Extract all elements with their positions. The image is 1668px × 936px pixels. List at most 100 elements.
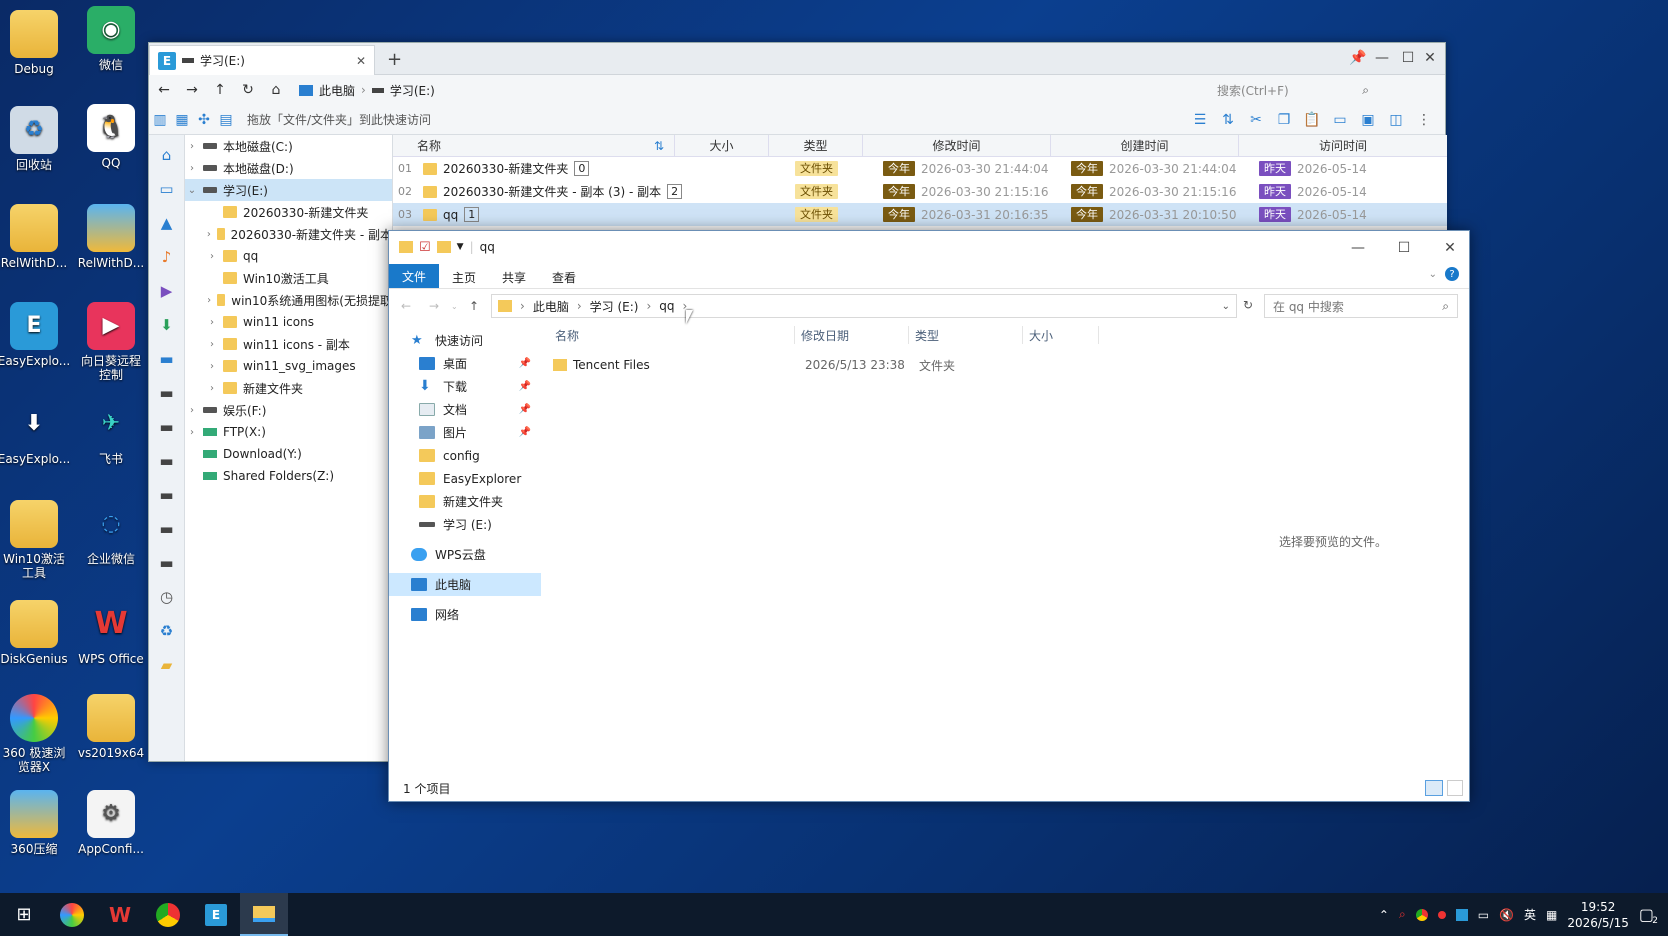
pin-icon[interactable]: 📌 (519, 358, 531, 369)
nav-config[interactable]: config (389, 444, 541, 467)
column-name[interactable]: 名称 ⇅ (393, 134, 675, 157)
tab-share[interactable]: 共享 (489, 266, 539, 288)
column-modified[interactable]: 修改时间 (863, 134, 1051, 157)
nav-easyexplorer[interactable]: EasyExplorer (389, 467, 541, 490)
search-input[interactable]: 搜索(Ctrl+F) ⌕ (1213, 78, 1375, 102)
tree-item[interactable]: › qq (185, 245, 392, 267)
pin-icon[interactable]: 📌 (519, 404, 531, 415)
column-size[interactable]: 大小 (1023, 326, 1099, 344)
record-icon[interactable] (1437, 910, 1446, 919)
forward-arrow-icon[interactable]: → (181, 79, 203, 101)
nav-network[interactable]: 网络 (389, 603, 541, 626)
desktop-icon-relwithd-2[interactable]: RelWithD... (74, 204, 148, 270)
chevron-right-icon[interactable]: › (205, 317, 219, 328)
chevron-right-icon[interactable]: › (185, 427, 199, 438)
tree-item[interactable]: Shared Folders(Z:) (185, 465, 392, 487)
chevron-right-icon[interactable]: › (205, 383, 219, 394)
refresh-icon[interactable]: ↻ (237, 79, 259, 101)
tree-item[interactable]: Win10激活工具 (185, 267, 392, 289)
details-view-icon[interactable] (1425, 780, 1443, 796)
nav-pictures[interactable]: 图片 📌 (389, 421, 541, 444)
column-type[interactable]: 类型 (909, 326, 1023, 344)
search-tray-icon[interactable]: ⌕ (1399, 907, 1406, 922)
chevron-right-icon[interactable]: › (185, 141, 199, 152)
layout-grid-icon[interactable]: ▤ (215, 109, 237, 131)
taskbar-chrome[interactable] (144, 893, 192, 936)
tree-item[interactable]: › 娱乐(F:) (185, 399, 392, 421)
chevron-right-icon[interactable]: › (205, 339, 219, 350)
column-name[interactable]: 名称 (549, 326, 795, 344)
desktop-icon-wps[interactable]: W WPS Office (74, 600, 148, 667)
column-accessed[interactable]: 访问时间 (1239, 135, 1447, 157)
recent-locations-icon[interactable]: ⌄ (451, 302, 458, 311)
copy-icon[interactable]: ❐ (1273, 109, 1295, 131)
video-icon[interactable]: ▶ (153, 277, 181, 305)
tree-item[interactable]: › win11 icons (185, 311, 392, 333)
nav-this-pc[interactable]: 此电脑 (389, 573, 541, 596)
breadcrumb-item[interactable]: 此电脑 (319, 82, 355, 99)
column-created[interactable]: 创建时间 (1051, 134, 1239, 157)
nav-downloads[interactable]: ⬇ 下载 📌 (389, 375, 541, 398)
address-segment[interactable]: 此电脑 (533, 298, 569, 315)
taskbar-360-browser[interactable] (48, 893, 96, 936)
up-arrow-icon[interactable]: ↑ (209, 79, 231, 101)
nav-quick-access[interactable]: ★ 快速访问 (389, 329, 541, 352)
desktop-icon-sunlogin[interactable]: ▶ 向日葵远程 控制 (74, 302, 148, 382)
desktop-icon-relwithd-1[interactable]: RelWithD... (0, 204, 71, 270)
paste-icon[interactable]: 📋 (1301, 109, 1323, 131)
tab-file[interactable]: 文件 (389, 264, 440, 288)
more-icon[interactable]: ⋮ (1413, 109, 1435, 131)
up-arrow-icon[interactable]: ↑ (469, 299, 479, 313)
start-button[interactable]: ⊞ (0, 893, 48, 936)
drive-d-icon[interactable]: ▬ (153, 379, 181, 407)
tree-item[interactable]: › win10系统通用图标(无损提取 (185, 289, 392, 311)
folder-icon[interactable]: ▰ (153, 651, 181, 679)
chevron-down-icon[interactable]: ▼ (457, 242, 464, 252)
drive-c-icon[interactable]: ▬ (153, 345, 181, 373)
downloads-icon[interactable]: ⬇ (153, 311, 181, 339)
address-segment[interactable]: 学习 (E:) (590, 298, 639, 315)
desktop-icon-vs2019[interactable]: vs2019x64 (74, 694, 148, 760)
pin-icon[interactable]: 📌 (519, 427, 531, 438)
chevron-down-icon[interactable]: ⌄ (1222, 301, 1230, 312)
nav-drive-e[interactable]: 学习 (E:) (389, 513, 541, 536)
tree-item[interactable]: Download(Y:) (185, 443, 392, 465)
cut-icon[interactable]: ✂ (1245, 109, 1267, 131)
nav-wps-cloud[interactable]: WPS云盘 (389, 543, 541, 566)
chevron-right-icon[interactable]: › (205, 295, 213, 306)
chevron-right-icon[interactable]: › (205, 251, 219, 262)
layout-columns-icon[interactable]: ▥ (149, 109, 171, 131)
drive-f-icon[interactable]: ▬ (153, 447, 181, 475)
refresh-icon[interactable]: ↻ (1243, 298, 1253, 312)
large-icons-view-icon[interactable] (1447, 780, 1463, 796)
table-row[interactable]: 02 20260330-新建文件夹 - 副本 (3) - 副本 2 文件夹 今年 … (393, 180, 1447, 203)
new-tab-button[interactable]: + (387, 49, 402, 70)
desktop-icon-win10-activator[interactable]: Win10激活 工具 (0, 500, 71, 580)
close-button[interactable]: ✕ (1415, 43, 1445, 73)
properties-check-icon[interactable]: ☑ (419, 240, 431, 255)
nav-new-folder[interactable]: 新建文件夹 (389, 490, 541, 513)
music-icon[interactable]: ♪ (153, 243, 181, 271)
clock-icon[interactable]: ◷ (153, 583, 181, 611)
easyexplorer-tray-icon[interactable] (1455, 908, 1468, 921)
home-icon[interactable]: ⌂ (265, 79, 287, 101)
maximize-button[interactable]: ☐ (1389, 233, 1419, 263)
keyboard-icon[interactable]: ▦ (1546, 908, 1557, 922)
desktop-icon-easyexplorer-2[interactable]: ⬇ EasyExplo... (0, 400, 71, 467)
column-modified[interactable]: 修改日期 (795, 326, 909, 344)
close-button[interactable]: ✕ (1435, 233, 1465, 263)
tree-item[interactable]: › win11_svg_images (185, 355, 392, 377)
desktop-icon-debug[interactable]: Debug (0, 10, 71, 76)
desktop-icon-360zip[interactable]: 360压缩 (0, 790, 71, 856)
forward-arrow-icon[interactable]: → (429, 299, 439, 313)
expand-icon[interactable]: ✣ (193, 109, 215, 131)
breadcrumb-item[interactable]: 学习(E:) (390, 82, 435, 99)
layout-dual-icon[interactable]: ▦ (171, 109, 193, 131)
table-row[interactable]: 01 20260330-新建文件夹 0 文件夹 今年 2026-03-30 21:… (393, 157, 1447, 180)
chevron-right-icon[interactable]: › (205, 361, 219, 372)
tree-item-selected[interactable]: ⌄ 学习(E:) (185, 179, 392, 201)
tab-home[interactable]: 主页 (439, 266, 489, 288)
tree-item[interactable]: › 本地磁盘(D:) (185, 157, 392, 179)
tree-item[interactable]: › 20260330-新建文件夹 - 副本 (185, 223, 392, 245)
sort-icon[interactable]: ⇅ (1217, 109, 1239, 131)
